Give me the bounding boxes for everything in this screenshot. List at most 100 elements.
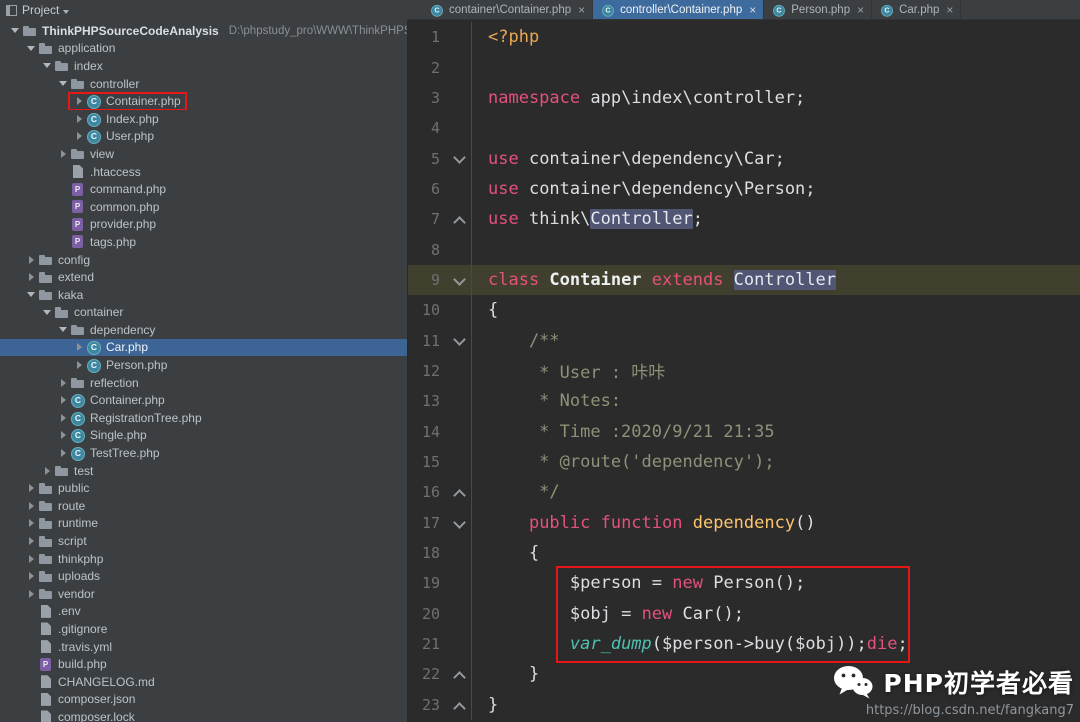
- line-number[interactable]: 17: [408, 514, 446, 532]
- tree-item[interactable]: vendor: [22, 586, 99, 601]
- tree-toggle-icon[interactable]: [56, 327, 70, 332]
- tree-toggle-icon[interactable]: [72, 115, 86, 123]
- code-line[interactable]: 17 public function dependency(): [408, 507, 1080, 538]
- tree-row[interactable]: tags.php: [0, 233, 407, 251]
- fold-marker-icon[interactable]: [446, 386, 472, 417]
- tree-row[interactable]: .htaccess: [0, 163, 407, 181]
- fold-marker-icon[interactable]: [446, 22, 472, 53]
- tree-row[interactable]: Car.php: [0, 338, 407, 357]
- tree-toggle-icon[interactable]: [72, 361, 86, 369]
- tree-row[interactable]: uploads: [0, 567, 407, 585]
- tree-row[interactable]: public: [0, 479, 407, 497]
- tree-toggle-icon[interactable]: [40, 63, 54, 68]
- tree-item[interactable]: runtime: [22, 516, 102, 531]
- code-line[interactable]: 15 * @route('dependency');: [408, 446, 1080, 478]
- tree-item[interactable]: provider.php: [54, 217, 160, 232]
- tree-row[interactable]: view: [0, 145, 407, 163]
- code-line[interactable]: 21 var_dump($person->buy($obj));die;: [408, 628, 1080, 660]
- fold-marker-icon[interactable]: [446, 52, 472, 83]
- tree-item[interactable]: Container.php: [54, 393, 169, 409]
- tree-row[interactable]: config: [0, 251, 407, 269]
- line-number[interactable]: 16: [408, 483, 446, 501]
- fold-marker-icon[interactable]: [446, 689, 472, 720]
- line-number[interactable]: 9: [408, 271, 446, 289]
- tree-toggle-icon[interactable]: [24, 537, 38, 545]
- code-line[interactable]: 12 * User : 咔咔: [408, 355, 1080, 387]
- tree-toggle-icon[interactable]: [56, 81, 70, 86]
- tree-toggle-icon[interactable]: [56, 150, 70, 158]
- tree-item[interactable]: Car.php: [70, 340, 152, 356]
- fold-marker-icon[interactable]: [446, 234, 472, 265]
- fold-marker-icon[interactable]: [446, 416, 472, 447]
- fold-marker-icon[interactable]: [446, 568, 472, 599]
- editor-tab[interactable]: Person.php: [764, 0, 873, 19]
- tree-toggle-icon[interactable]: [56, 379, 70, 387]
- tree-item[interactable]: route: [22, 498, 89, 513]
- tree-row[interactable]: thinkphp: [0, 550, 407, 568]
- tree-toggle-icon[interactable]: [56, 431, 70, 439]
- tree-row[interactable]: Container.php: [0, 92, 407, 110]
- tree-item[interactable]: composer.json: [22, 692, 139, 707]
- fold-marker-icon[interactable]: [446, 477, 472, 508]
- tree-item[interactable]: container: [38, 305, 127, 320]
- line-number[interactable]: 15: [408, 453, 446, 471]
- editor-tab[interactable]: Car.php: [872, 0, 962, 19]
- line-number[interactable]: 7: [408, 210, 446, 228]
- code-line[interactable]: 20 $obj = new Car();: [408, 598, 1080, 629]
- code-line[interactable]: 9 class Container extends Controller: [408, 264, 1080, 296]
- fold-marker-icon[interactable]: [446, 446, 472, 478]
- tree-item[interactable]: dependency: [54, 322, 159, 337]
- tree-item[interactable]: build.php: [22, 657, 111, 672]
- fold-marker-icon[interactable]: [446, 537, 472, 569]
- line-number[interactable]: 3: [408, 89, 446, 107]
- fold-marker-icon[interactable]: [446, 355, 472, 387]
- tree-toggle-icon[interactable]: [24, 555, 38, 563]
- tree-toggle-icon[interactable]: [24, 572, 38, 580]
- tree-row[interactable]: User.php: [0, 128, 407, 146]
- tree-row[interactable]: common.php: [0, 198, 407, 216]
- fold-marker-icon[interactable]: [446, 659, 472, 690]
- tree-item[interactable]: uploads: [22, 569, 104, 584]
- line-number[interactable]: 23: [408, 696, 446, 714]
- close-icon[interactable]: [749, 3, 756, 17]
- tree-item[interactable]: .env: [22, 604, 85, 619]
- line-number[interactable]: 14: [408, 423, 446, 441]
- fold-marker-icon[interactable]: [446, 113, 472, 144]
- tree-item[interactable]: script: [22, 534, 91, 549]
- tree-item[interactable]: Container.php: [68, 92, 187, 110]
- tree-item[interactable]: composer.lock: [22, 709, 139, 722]
- code-line[interactable]: 6 use container\dependency\Person;: [408, 173, 1080, 205]
- fold-marker-icon[interactable]: [446, 143, 472, 174]
- tree-row[interactable]: TestTree.php: [0, 444, 407, 462]
- tree-toggle-icon[interactable]: [24, 484, 38, 492]
- fold-marker-icon[interactable]: [446, 264, 472, 296]
- line-number[interactable]: 5: [408, 150, 446, 168]
- line-number[interactable]: 19: [408, 574, 446, 592]
- tree-item[interactable]: config: [22, 252, 94, 267]
- tree-row[interactable]: ThinkPHPSourceCodeAnalysis D:\phpstudy_p…: [0, 22, 407, 40]
- tree-item[interactable]: .travis.yml: [22, 639, 116, 654]
- tree-row[interactable]: index: [0, 57, 407, 75]
- tree-row[interactable]: Person.php: [0, 356, 407, 374]
- tree-row[interactable]: extend: [0, 268, 407, 286]
- code-line[interactable]: 11 /**: [408, 325, 1080, 356]
- tree-row[interactable]: test: [0, 462, 407, 480]
- tree-toggle-icon[interactable]: [24, 292, 38, 297]
- tree-toggle-icon[interactable]: [24, 46, 38, 51]
- fold-marker-icon[interactable]: [446, 628, 472, 660]
- tree-row[interactable]: .gitignore: [0, 620, 407, 638]
- line-number[interactable]: 11: [408, 332, 446, 350]
- line-number[interactable]: 13: [408, 392, 446, 410]
- tree-item[interactable]: kaka: [22, 287, 87, 302]
- tree-row[interactable]: composer.lock: [0, 708, 407, 722]
- tree-item[interactable]: view: [54, 146, 118, 161]
- tree-item[interactable]: tags.php: [54, 234, 140, 249]
- tree-item[interactable]: Single.php: [54, 428, 151, 444]
- code-line[interactable]: 1 <?php: [408, 22, 1080, 53]
- tree-row[interactable]: kaka: [0, 286, 407, 304]
- fold-marker-icon[interactable]: [446, 82, 472, 114]
- code-line[interactable]: 10 {: [408, 295, 1080, 326]
- code-line[interactable]: 7 use think\Controller;: [408, 204, 1080, 235]
- fold-marker-icon[interactable]: [446, 598, 472, 629]
- tree-row[interactable]: build.php: [0, 655, 407, 673]
